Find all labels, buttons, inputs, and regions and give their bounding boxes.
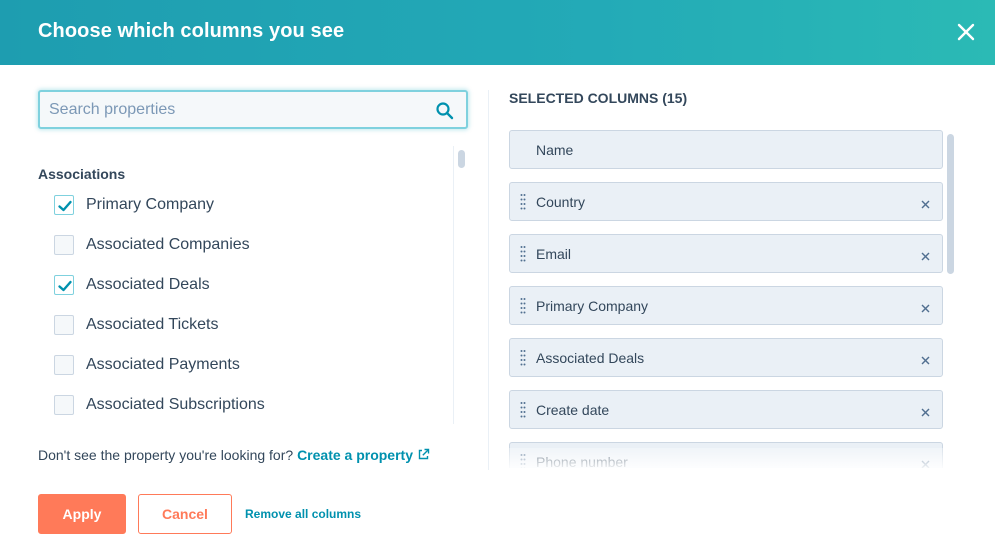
close-icon[interactable] — [952, 18, 980, 46]
column-label: Phone number — [536, 454, 628, 468]
drag-handle-icon[interactable] — [520, 193, 526, 211]
property-label: Primary Company — [86, 196, 215, 213]
remove-column-icon[interactable] — [920, 405, 931, 417]
selected-columns-scrollbar[interactable] — [943, 130, 958, 468]
remove-all-columns-link[interactable]: Remove all columns — [245, 507, 361, 521]
property-associated-payments[interactable]: Associated Payments — [54, 353, 240, 377]
selected-columns-title: SELECTED COLUMNS (15) — [509, 90, 688, 106]
column-label: Name — [536, 142, 574, 158]
checkbox-unchecked[interactable] — [54, 235, 74, 255]
search-icon[interactable] — [435, 101, 455, 121]
properties-list: Associations Primary Company Associated … — [38, 146, 468, 424]
check-icon — [58, 280, 72, 292]
column-label: Primary Company — [536, 298, 649, 314]
checkbox-checked[interactable] — [54, 275, 74, 295]
column-label: Country — [536, 194, 586, 210]
selected-column-email[interactable]: Email — [509, 234, 943, 273]
selected-column-country[interactable]: Country — [509, 182, 943, 221]
scrollbar-thumb[interactable] — [458, 150, 465, 168]
property-primary-company[interactable]: Primary Company — [54, 193, 214, 217]
checkbox-unchecked[interactable] — [54, 315, 74, 335]
create-property-label: Create a property — [297, 447, 413, 463]
check-icon — [58, 200, 72, 212]
drag-handle-icon[interactable] — [520, 401, 526, 419]
selected-column-phone-number[interactable]: Phone number — [509, 442, 943, 468]
property-label: Associated Subscriptions — [86, 396, 265, 413]
external-link-icon — [417, 448, 430, 464]
checkbox-checked[interactable] — [54, 195, 74, 215]
remove-column-icon[interactable] — [920, 197, 931, 209]
selected-column-name: Name — [509, 130, 943, 169]
column-label: Create date — [536, 402, 610, 418]
property-label: Associated Tickets — [86, 316, 219, 333]
remove-column-icon[interactable] — [920, 353, 931, 365]
properties-scrollbar[interactable] — [453, 146, 468, 424]
checkbox-unchecked[interactable] — [54, 355, 74, 375]
search-input[interactable] — [49, 92, 419, 127]
property-associated-subscriptions[interactable]: Associated Subscriptions — [54, 393, 265, 417]
property-label: Associated Deals — [86, 276, 210, 293]
cancel-button[interactable]: Cancel — [138, 494, 232, 534]
property-label: Associated Payments — [86, 356, 240, 373]
column-label: Email — [536, 246, 572, 262]
help-text: Don't see the property you're looking fo… — [38, 447, 430, 464]
column-divider — [488, 90, 489, 470]
remove-column-icon[interactable] — [920, 249, 931, 261]
group-label-associations: Associations — [38, 166, 126, 182]
remove-column-icon[interactable] — [920, 457, 931, 468]
search-box — [38, 90, 468, 129]
help-question: Don't see the property you're looking fo… — [38, 447, 294, 463]
checkbox-unchecked[interactable] — [54, 395, 74, 415]
modal-title: Choose which columns you see — [38, 20, 345, 42]
property-associated-companies[interactable]: Associated Companies — [54, 233, 250, 257]
create-property-link[interactable]: Create a property — [297, 447, 430, 463]
property-associated-tickets[interactable]: Associated Tickets — [54, 313, 219, 337]
property-associated-deals[interactable]: Associated Deals — [54, 273, 210, 297]
column-label: Associated Deals — [536, 350, 645, 366]
selected-column-associated-deals[interactable]: Associated Deals — [509, 338, 943, 377]
scrollbar-thumb[interactable] — [947, 134, 954, 274]
property-label: Associated Companies — [86, 236, 250, 253]
selected-column-primary-company[interactable]: Primary Company — [509, 286, 943, 325]
drag-handle-icon[interactable] — [520, 245, 526, 263]
remove-column-icon[interactable] — [920, 301, 931, 313]
drag-handle-icon[interactable] — [520, 453, 526, 468]
drag-handle-icon[interactable] — [520, 349, 526, 367]
apply-button[interactable]: Apply — [38, 494, 126, 534]
modal-header: Choose which columns you see — [0, 0, 995, 65]
drag-handle-icon[interactable] — [520, 297, 526, 315]
selected-columns-list: Name Country Email Primary Company Assoc… — [509, 130, 958, 468]
selected-column-create-date[interactable]: Create date — [509, 390, 943, 429]
